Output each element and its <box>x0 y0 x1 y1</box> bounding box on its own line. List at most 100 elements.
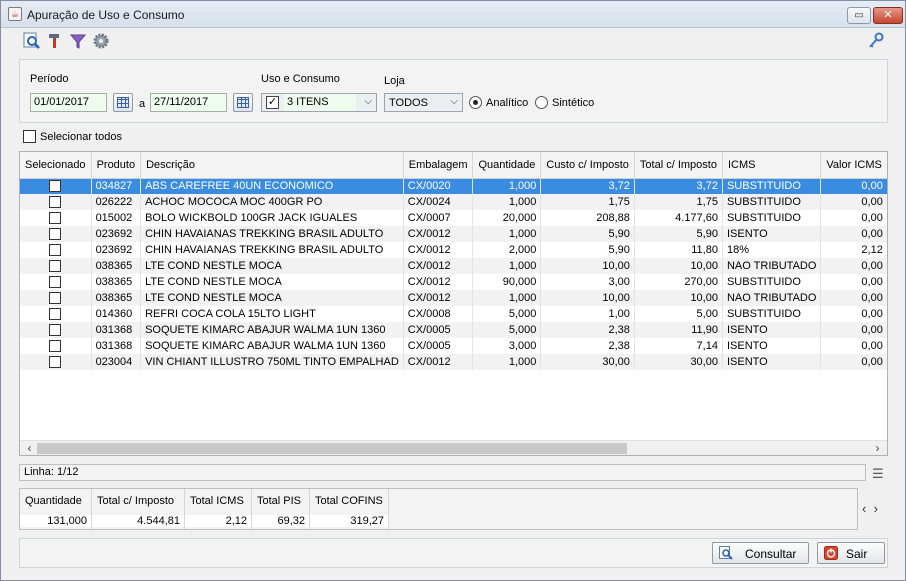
uso-consumo-combo[interactable]: ✓ 3 ITENS ⌵ <box>261 93 377 112</box>
row-checkbox[interactable] <box>49 196 62 209</box>
cell-icms: SUBSTITUIDO <box>722 306 822 322</box>
tools-icon[interactable] <box>46 32 64 50</box>
search-report-icon[interactable] <box>23 32 41 50</box>
cell-produto: 014360 <box>91 306 142 322</box>
scroll-right-icon[interactable]: › <box>870 441 885 455</box>
cell-produto: 031368 <box>91 338 142 354</box>
row-checkbox[interactable] <box>49 212 62 225</box>
cell-icms: SUBSTITUIDO <box>722 210 822 226</box>
cell-descricao: CHIN HAVAIANAS TREKKING BRASIL ADULTO <box>140 226 404 242</box>
table-row[interactable]: 023004 VIN CHIANT ILLUSTRO 750ML TINTO EM… <box>20 354 887 370</box>
cell-produto: 038365 <box>91 274 142 290</box>
cell-total: 10,00 <box>634 258 723 274</box>
cell-valor-icms: 0,00 <box>820 354 887 370</box>
exit-icon <box>824 546 838 560</box>
table-row[interactable]: 023692 CHIN HAVAIANAS TREKKING BRASIL ADU… <box>20 226 887 242</box>
periodo-label: Período <box>30 73 69 85</box>
col-total[interactable]: Total c/ Imposto <box>634 152 723 179</box>
cell-produto: 026222 <box>91 194 142 210</box>
date-from-field[interactable]: 01/01/2017 <box>30 93 107 112</box>
calendar-from-button[interactable] <box>113 93 133 112</box>
row-checkbox[interactable] <box>49 228 62 241</box>
col-custo[interactable]: Custo c/ Imposto <box>540 152 635 179</box>
total-quantidade: Quantidade 131,000 <box>20 489 92 529</box>
cell-valor-icms: 0,00 <box>820 226 887 242</box>
col-icms[interactable]: ICMS <box>722 152 822 179</box>
row-select-cell[interactable] <box>20 194 92 210</box>
filter-icon[interactable] <box>69 32 87 50</box>
uso-consumo-value: 3 ITENS <box>284 94 356 111</box>
col-descricao[interactable]: Descrição <box>140 152 404 179</box>
row-checkbox[interactable] <box>49 260 62 273</box>
row-select-cell[interactable] <box>20 290 92 306</box>
consultar-button[interactable]: Consultar <box>712 542 809 564</box>
close-button[interactable]: ✕ <box>873 7 903 24</box>
row-select-cell[interactable] <box>20 178 92 194</box>
cell-custo: 2,38 <box>540 322 635 338</box>
cell-embalagem: CX/0005 <box>403 338 474 354</box>
cell-custo: 5,90 <box>540 242 635 258</box>
table-row[interactable]: 031368 SOQUETE KIMARC ABAJUR WALMA 1UN 13… <box>20 322 887 338</box>
date-to-field[interactable]: 27/11/2017 <box>150 93 227 112</box>
row-checkbox[interactable] <box>49 292 62 305</box>
cell-custo: 10,00 <box>540 290 635 306</box>
chevron-right-icon[interactable]: › <box>874 501 878 516</box>
calendar-to-button[interactable] <box>233 93 253 112</box>
row-checkbox[interactable] <box>49 244 62 257</box>
cell-custo: 208,88 <box>540 210 635 226</box>
key-icon[interactable] <box>867 32 885 50</box>
table-header: Selecionado Produto Descrição Embalagem … <box>20 152 887 179</box>
col-produto[interactable]: Produto <box>91 152 142 179</box>
row-select-cell[interactable] <box>20 258 92 274</box>
table-row[interactable]: 034827 ABS CAREFREE 40UN ECONOMICO CX/0020… <box>20 178 887 194</box>
cell-quantidade: 5,000 <box>472 306 542 322</box>
row-checkbox[interactable] <box>49 308 62 321</box>
table-row[interactable]: 014360 REFRI COCA COLA 15LTO LIGHT CX/0008… <box>20 306 887 322</box>
cell-icms: ISENTO <box>722 338 822 354</box>
hamburger-menu-icon[interactable]: ☰ <box>872 466 884 482</box>
cell-quantidade: 1,000 <box>472 178 542 194</box>
cell-total: 11,90 <box>634 322 723 338</box>
table-row[interactable]: 038365 LTE COND NESTLE MOCA CX/0012 1,000 10… <box>20 258 887 274</box>
analitico-radio[interactable] <box>469 96 482 109</box>
total-pis-label: Total PIS <box>257 495 302 507</box>
products-table: Selecionado Produto Descrição Embalagem … <box>19 151 888 456</box>
row-checkbox[interactable] <box>49 276 62 289</box>
col-selecionado[interactable]: Selecionado <box>20 152 92 179</box>
settings-gear-icon[interactable] <box>92 32 110 50</box>
row-select-cell[interactable] <box>20 338 92 354</box>
sintetico-radio[interactable] <box>535 96 548 109</box>
table-row[interactable]: 026222 ACHOC MOCOCA MOC 400GR PO CX/0024 1,… <box>20 194 887 210</box>
cell-descricao: LTE COND NESTLE MOCA <box>140 274 404 290</box>
table-row[interactable]: 038365 LTE COND NESTLE MOCA CX/0012 1,000 10… <box>20 290 887 306</box>
row-select-cell[interactable] <box>20 210 92 226</box>
table-row[interactable]: 015002 BOLO WICKBOLD 100GR JACK IGUALES CX… <box>20 210 887 226</box>
table-row[interactable]: 038365 LTE COND NESTLE MOCA CX/0012 90,000 3… <box>20 274 887 290</box>
select-all-checkbox[interactable] <box>23 130 36 143</box>
row-select-cell[interactable] <box>20 306 92 322</box>
row-checkbox[interactable] <box>49 340 62 353</box>
col-quantidade[interactable]: Quantidade <box>472 152 542 179</box>
table-row[interactable]: 031368 SOQUETE KIMARC ABAJUR WALMA 1UN 13… <box>20 338 887 354</box>
loja-combo[interactable]: TODOS ⌵ <box>384 93 463 112</box>
cell-total: 270,00 <box>634 274 723 290</box>
cell-total: 30,00 <box>634 354 723 370</box>
chevron-left-icon[interactable]: ‹ <box>862 501 866 516</box>
row-checkbox[interactable] <box>49 356 62 369</box>
row-checkbox[interactable] <box>49 324 62 337</box>
row-select-cell[interactable] <box>20 274 92 290</box>
row-checkbox[interactable] <box>49 180 62 193</box>
scroll-left-icon[interactable]: ‹ <box>22 441 37 455</box>
row-select-cell[interactable] <box>20 242 92 258</box>
col-embalagem[interactable]: Embalagem <box>403 152 474 179</box>
row-select-cell[interactable] <box>20 322 92 338</box>
row-select-cell[interactable] <box>20 354 92 370</box>
scrollbar-thumb[interactable] <box>37 443 627 454</box>
table-row[interactable]: 023692 CHIN HAVAIANAS TREKKING BRASIL ADU… <box>20 242 887 258</box>
sair-button[interactable]: Sair <box>817 542 885 564</box>
horizontal-scrollbar[interactable]: ‹ › <box>20 440 887 455</box>
row-select-cell[interactable] <box>20 226 92 242</box>
col-valor-icms[interactable]: Valor ICMS <box>820 152 887 179</box>
restore-button[interactable]: ▭ <box>847 7 871 24</box>
cell-descricao: LTE COND NESTLE MOCA <box>140 290 404 306</box>
